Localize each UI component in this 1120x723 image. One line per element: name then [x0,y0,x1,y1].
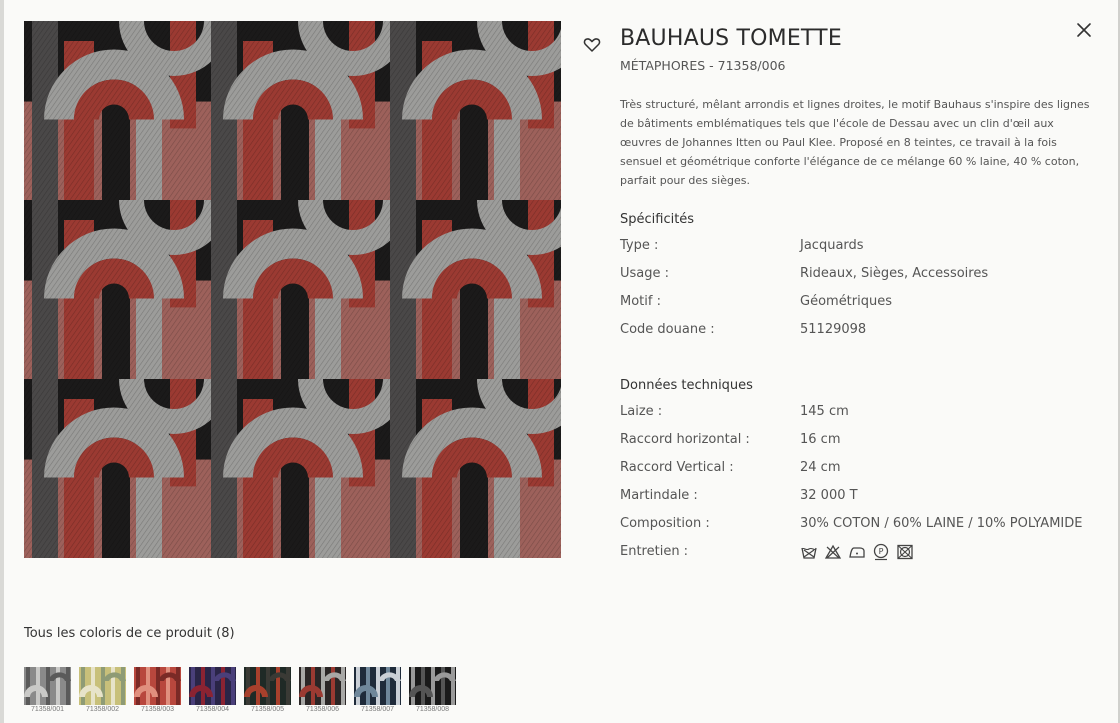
product-subtitle: MÉTAPHORES - 71358/006 [620,58,786,73]
colorway-swatch [24,667,71,705]
spec-row-code-douane: Code douane : 51129098 [620,322,1100,344]
spec-value: Jacquards [800,238,864,253]
wash-30-icon [800,543,818,561]
colorway-thumb[interactable]: 71358/004 [189,667,236,713]
colorway-thumb[interactable]: 71358/003 [134,667,181,713]
colorway-code: 71358/007 [360,706,395,713]
colorway-code: 71358/002 [85,706,120,713]
spec-label: Type : [620,238,659,253]
colorway-list: 71358/001 71358/002 71358/003 71358/004 7135… [24,667,456,713]
colorway-code: 71358/006 [305,706,340,713]
colorway-swatch [189,667,236,705]
spec-row-usage: Usage : Rideaux, Sièges, Accessoires [620,266,1100,288]
colorway-thumb[interactable]: 71358/006 [299,667,346,713]
dry-clean-p-icon: P [872,543,890,561]
colorway-thumb[interactable]: 71358/001 [24,667,71,713]
tech-label: Composition : [620,516,710,531]
tech-value: 16 cm [800,432,841,447]
spec-value: 51129098 [800,322,867,337]
tech-label: Raccord Vertical : [620,460,734,475]
product-modal: BAUHAUS TOMETTE MÉTAPHORES - 71358/006 T… [4,0,1118,723]
colorway-thumb[interactable]: 71358/008 [409,667,456,713]
svg-text:P: P [879,547,884,556]
no-bleach-icon [824,543,842,561]
colorway-swatch [244,667,291,705]
spec-label: Code douane : [620,322,715,337]
spec-label: Motif : [620,294,661,309]
tech-row-martindale: Martindale : 32 000 T [620,488,1100,510]
tech-label: Laize : [620,404,663,419]
tech-row-laize: Laize : 145 cm [620,404,1100,426]
spec-value: Rideaux, Sièges, Accessoires [800,266,989,281]
colorway-swatch [134,667,181,705]
colorway-swatch [299,667,346,705]
no-tumble-dry-icon [896,543,914,561]
colorway-swatch [354,667,401,705]
spec-value: Géométriques [800,294,893,309]
colorway-thumb[interactable]: 71358/002 [79,667,126,713]
tech-value: 32 000 T [800,488,858,503]
fabric-image [24,21,561,558]
tech-row-composition: Composition : 30% COTON / 60% LAINE / 10… [620,516,1100,538]
iron-low-icon [848,543,866,561]
close-icon[interactable] [1074,20,1094,40]
colorway-code: 71358/001 [30,706,65,713]
tech-label: Martindale : [620,488,698,503]
colorway-code: 71358/004 [195,706,230,713]
tech-value: 24 cm [800,460,841,475]
tech-value: 30% COTON / 60% LAINE / 10% POLYAMIDE [800,516,1083,531]
spec-row-type: Type : Jacquards [620,238,1100,260]
specs-heading: Spécificités [620,212,695,227]
tech-label: Entretien : [620,544,689,559]
colorway-code: 71358/008 [415,706,450,713]
favorite-heart-icon[interactable] [582,35,602,55]
colorway-swatch [409,667,456,705]
spec-row-motif: Motif : Géométriques [620,294,1100,316]
product-title: BAUHAUS TOMETTE [620,26,842,51]
tech-value: 145 cm [800,404,849,419]
colorway-code: 71358/005 [250,706,285,713]
tech-row-raccord-horizontal: Raccord horizontal : 16 cm [620,432,1100,454]
colorway-thumb[interactable]: 71358/005 [244,667,291,713]
colorways-heading: Tous les coloris de ce produit (8) [24,626,235,641]
colorway-thumb[interactable]: 71358/007 [354,667,401,713]
colorway-code: 71358/003 [140,706,175,713]
spec-label: Usage : [620,266,670,281]
tech-label: Raccord horizontal : [620,432,750,447]
colorway-swatch [79,667,126,705]
product-description: Très structuré, mêlant arrondis et ligne… [620,98,1090,187]
care-icons: P [800,543,914,561]
tech-heading: Données techniques [620,378,753,393]
tech-row-raccord-vertical: Raccord Vertical : 24 cm [620,460,1100,482]
